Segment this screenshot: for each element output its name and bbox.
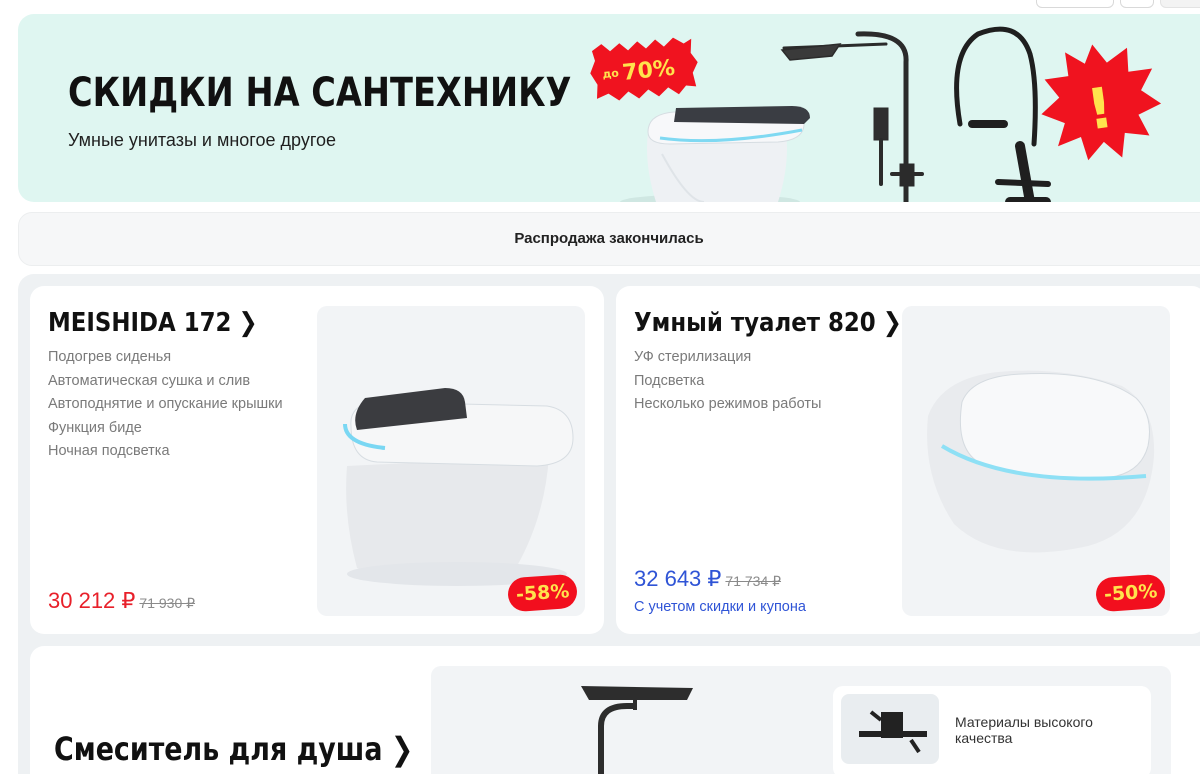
feature-list: Подогрев сиденья Автоматическая сушка и …	[48, 346, 283, 464]
feature-item: Несколько режимов работы	[634, 396, 822, 412]
toilet-meishida-icon	[343, 388, 574, 586]
sale-status-bar: Распродажа закончилась	[18, 212, 1200, 266]
product-title-link[interactable]: Смеситель для душа ❯	[54, 730, 413, 768]
product-card[interactable]: MEISHIDA 172 ❯ Подогрев сиденья Автоматич…	[30, 286, 604, 634]
sale-status-text: Распродажа закончилась	[514, 230, 704, 247]
smart-toilet-icon	[620, 106, 810, 202]
banner-title: СКИДКИ НА САНТЕХНИКУ	[68, 70, 572, 116]
price-row: 30 212 ₽71 930 ₽	[48, 588, 195, 614]
banner-subtitle: Умные унитазы и многое другое	[68, 130, 337, 150]
product-title: MEISHIDA 172	[48, 308, 232, 338]
feature-item: Автоматическая сушка и слив	[48, 372, 251, 389]
product-card[interactable]: Смеситель для душа ❯ Материалы высокого …	[30, 646, 1200, 774]
product-title-link[interactable]: MEISHIDA 172 ❯	[48, 308, 258, 338]
discount-badge: -58%	[506, 573, 579, 613]
chevron-right-icon: ❯	[390, 730, 414, 768]
mixer-thumbnail-icon	[859, 710, 927, 754]
product-section: MEISHIDA 172 ❯ Подогрев сиденья Автоматич…	[18, 274, 1200, 774]
product-title-link[interactable]: Умный туалет 820 ❯	[634, 308, 902, 338]
product-card[interactable]: Умный туалет 820 ❯ УФ стерилизация Подсве…	[616, 286, 1200, 634]
banner-artwork: до 70% !	[590, 26, 1162, 202]
discount-tag-icon: до 70%	[590, 37, 698, 101]
toilet-820-icon	[927, 370, 1155, 553]
current-price: 32 643 ₽	[634, 566, 722, 591]
promo-page: СКИДКИ НА САНТЕХНИКУ Умные унитазы и мно…	[0, 0, 1200, 774]
product-title: Умный туалет 820	[634, 308, 876, 338]
feature-text: Материалы высокого качества	[955, 714, 1093, 746]
current-price: 30 212 ₽	[48, 588, 136, 613]
top-control-button[interactable]	[1160, 0, 1200, 8]
mixer-thumbnail	[841, 694, 939, 764]
hero-banner[interactable]: СКИДКИ НА САНТЕХНИКУ Умные унитазы и мно…	[18, 14, 1200, 202]
badge-prefix: до	[602, 66, 620, 81]
top-control-button[interactable]	[1120, 0, 1154, 8]
feature-card: Материалы высокого качества	[833, 686, 1151, 774]
chevron-right-icon: ❯	[882, 308, 902, 338]
product-image[interactable]	[317, 306, 585, 616]
feature-item: Ночная подсветка	[48, 443, 170, 459]
price-note: С учетом скидки и купона	[634, 599, 806, 615]
feature-item: Подсветка	[634, 372, 705, 389]
feature-item: УФ стерилизация	[634, 349, 752, 365]
feature-list: УФ стерилизация Подсветка Несколько режи…	[634, 346, 821, 417]
feature-item: Функция биде	[48, 419, 142, 436]
exclamation-burst-icon: !	[1041, 44, 1162, 161]
feature-item: Автоподнятие и опускание крышки	[48, 396, 283, 412]
chevron-right-icon: ❯	[238, 308, 258, 338]
feature-item: Подогрев сиденья	[48, 349, 172, 365]
discount-badge: -50%	[1094, 573, 1167, 613]
product-title: Смеситель для душа	[54, 730, 383, 768]
old-price: 71 734 ₽	[725, 573, 782, 589]
product-image[interactable]: Материалы высокого качества	[431, 666, 1171, 774]
old-price: 71 930 ₽	[139, 595, 196, 611]
product-image[interactable]	[902, 306, 1170, 616]
price-row: 32 643 ₽71 734 ₽	[634, 566, 781, 592]
top-control-button[interactable]	[1036, 0, 1114, 8]
kitchen-faucet-icon	[954, 26, 1051, 202]
